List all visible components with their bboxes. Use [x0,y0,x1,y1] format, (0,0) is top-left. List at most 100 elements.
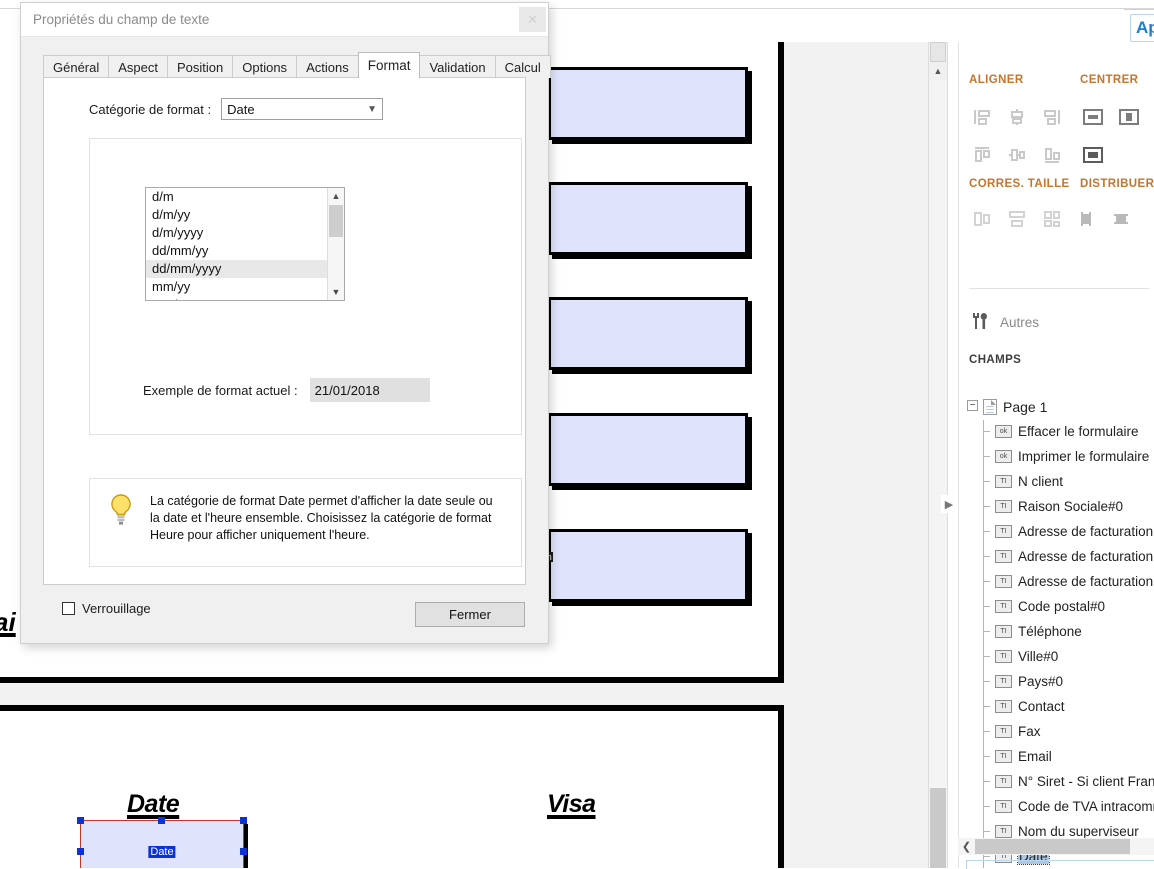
form-field-widget[interactable]: en [541,529,748,602]
tree-node-n-client[interactable]: TI N client [959,469,1154,494]
dialog-titlebar[interactable]: Propriétés du champ de texte ✕ [21,3,548,37]
document-vertical-scrollbar[interactable]: ▲ [928,42,948,868]
listbox-scrollbar[interactable]: ▲ ▼ [327,188,344,300]
tree-node-raison-sociale-0[interactable]: TI Raison Sociale#0 [959,494,1154,519]
format-category-label: Catégorie de format : [89,101,212,117]
center-both-icon[interactable] [1114,102,1144,132]
resize-handle-top-right[interactable] [240,817,247,824]
tab-calcul[interactable]: Calcul [494,55,551,78]
tree-node-email[interactable]: TI Email [959,744,1154,769]
list-item[interactable]: d/m [146,188,344,206]
dialog-title: Propriétés du champ de texte [33,12,210,27]
resize-handle-top-center[interactable] [158,817,165,824]
tree-node-contact[interactable]: TI Contact [959,694,1154,719]
tree-node-page-1[interactable]: − Page 1 [959,394,1154,419]
form-field-widget[interactable] [548,67,748,140]
format-options-group: d/m d/m/yy d/m/yyyy dd/mm/yy dd/mm/yyyy … [89,138,522,435]
list-item[interactable]: d/m/yyyy [146,224,344,242]
list-item[interactable]: mm/yyyy [146,296,344,300]
date-format-listbox[interactable]: d/m d/m/yy d/m/yyyy dd/mm/yy dd/mm/yyyy … [145,187,345,301]
tree-node-ville-0[interactable]: TI Ville#0 [959,644,1154,669]
listbox-scroll-thumb[interactable] [329,205,343,237]
match-both-icon[interactable] [1037,204,1067,234]
tree-node-adresse-de-facturation-3[interactable]: TI Adresse de facturation [959,569,1154,594]
chevron-down-icon[interactable]: ▼ [328,284,344,300]
form-field-widget[interactable] [548,182,748,255]
tree-node-telephone[interactable]: TI Téléphone [959,619,1154,644]
selected-field-label: Date [148,846,176,858]
tree-node-n-siret[interactable]: TI N° Siret - Si client France [959,769,1154,794]
tree-node-adresse-de-facturation-2[interactable]: TI Adresse de facturation [959,544,1154,569]
tab-validation[interactable]: Validation [419,55,496,78]
page-label-visa: Visa [547,790,596,818]
others-row[interactable]: Autres [969,310,1039,335]
align-right-icon[interactable] [1037,102,1067,132]
resize-handle-top-left[interactable] [77,817,84,824]
fields-tree[interactable]: − Page 1 ok Effacer le formulaire ok Imp… [959,394,1154,868]
scroll-left-icon[interactable]: ❮ [958,838,975,855]
close-icon[interactable]: ✕ [519,7,546,32]
align-center-horizontal-icon[interactable] [1002,102,1032,132]
text-field-icon: TI [995,550,1012,563]
chevron-down-icon[interactable]: ▼ [362,99,382,119]
align-left-icon[interactable] [967,102,997,132]
text-field-icon: TI [995,825,1012,838]
chevron-up-icon[interactable]: ▲ [328,188,344,204]
match-height-icon[interactable] [1002,204,1032,234]
align-bottom-icon[interactable] [1037,140,1067,170]
tree-node-label: Fax [1018,724,1041,739]
tab-position[interactable]: Position [167,55,234,78]
apply-divider-top [1124,9,1154,10]
tab-actions[interactable]: Actions [296,55,359,78]
tree-node-fax[interactable]: TI Fax [959,719,1154,744]
text-field-icon: TI [995,500,1012,513]
tab-format[interactable]: Format [357,52,421,78]
form-field-widget[interactable] [548,413,748,486]
tree-node-label: N client [1018,474,1064,489]
tree-node-code-de-tva[interactable]: TI Code de TVA intracommunautaire [959,794,1154,819]
hscroll-thumb[interactable] [975,839,1130,854]
dialog-tabstrip[interactable]: Général Aspect Position Options Actions … [43,52,551,78]
tree-node-label: Téléphone [1018,624,1082,639]
distribute-horizontal-icon[interactable] [1106,204,1136,234]
tree-node-effacer-le-formulaire[interactable]: ok Effacer le formulaire [959,419,1154,444]
list-item[interactable]: d/m/yy [146,206,344,224]
lock-checkbox-row[interactable]: Verrouillage [62,601,151,616]
align-middle-vertical-icon[interactable] [1002,140,1032,170]
tab-options[interactable]: Options [232,55,298,78]
scrollbar-thumb[interactable] [930,788,946,868]
panel-horizontal-scrollbar[interactable]: ❮ [958,838,1154,855]
text-field-icon: TI [995,775,1012,788]
selected-field-widget[interactable]: Date [77,817,247,868]
distribute-vertical-icon[interactable] [1071,204,1101,234]
panel-collapse-icon[interactable]: ▶ [941,495,957,513]
tree-node-label: Imprimer le formulaire [1018,449,1150,464]
text-field-properties-dialog[interactable]: Propriétés du champ de texte ✕ Général A… [20,2,551,644]
button-field-icon: ok [995,425,1012,438]
form-field-widget[interactable] [548,297,748,370]
text-field-icon: TI [995,625,1012,638]
tab-general[interactable]: Général [43,55,110,78]
list-item[interactable]: dd/mm/yy [146,242,344,260]
align-top-icon[interactable] [967,140,997,170]
list-item[interactable]: mm/yy [146,278,344,296]
tree-node-code-postal-0[interactable]: TI Code postal#0 [959,594,1154,619]
format-category-select[interactable]: Date ▼ [221,98,384,120]
tree-node-label: Email [1018,749,1052,764]
lock-checkbox[interactable] [62,602,75,615]
resize-handle-middle-right[interactable] [240,848,247,855]
scrollbar-top-block[interactable] [930,42,946,62]
scroll-up-icon[interactable]: ▲ [929,62,947,80]
tree-node-pays-0[interactable]: TI Pays#0 [959,669,1154,694]
match-width-icon[interactable] [967,204,997,234]
list-item-selected[interactable]: dd/mm/yyyy [146,260,344,278]
resize-handle-middle-left[interactable] [77,848,84,855]
center-vertically-icon[interactable] [1078,140,1108,170]
apply-button[interactable]: Ap [1130,14,1154,42]
tree-node-adresse-de-facturation-1[interactable]: TI Adresse de facturation [959,519,1154,544]
center-horizontally-icon[interactable] [1078,102,1108,132]
tab-aspect[interactable]: Aspect [108,55,168,78]
close-button[interactable]: Fermer [415,602,525,627]
tree-node-imprimer-le-formulaire[interactable]: ok Imprimer le formulaire [959,444,1154,469]
collapse-toggle-icon[interactable]: − [967,400,978,411]
